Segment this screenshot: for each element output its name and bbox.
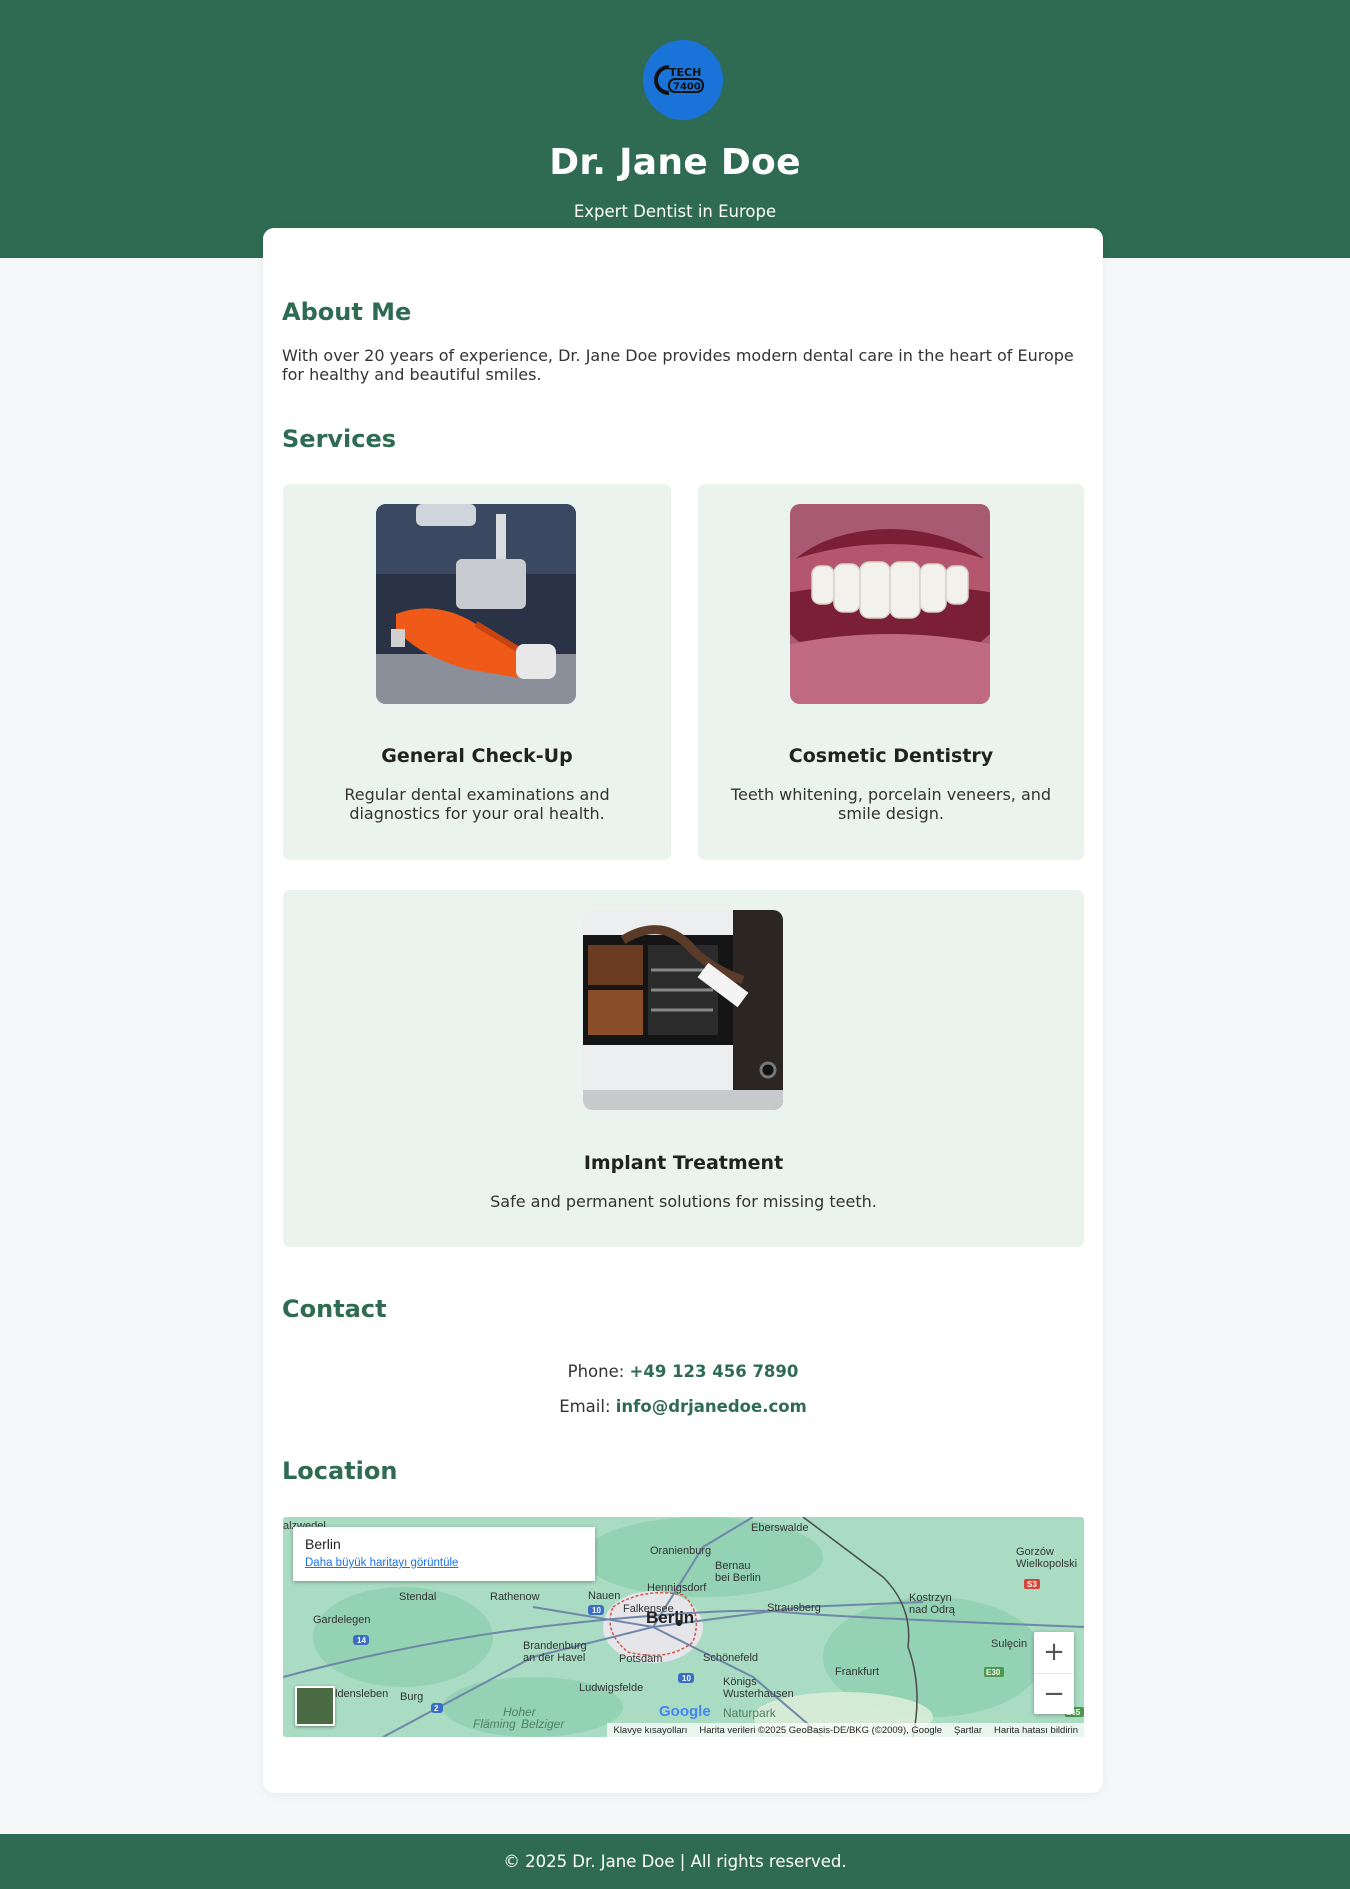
map-label: Brandenburg [523,1640,587,1652]
road-sign: 2 [434,1704,439,1713]
map-label: nad Odrą [909,1604,956,1616]
map-label: Bernau [715,1560,750,1572]
map-label: Oranienburg [650,1545,711,1557]
map-label: Gorzów [1016,1546,1054,1558]
about-text: With over 20 years of experience, Dr. Ja… [282,346,1074,384]
google-logo: Google [659,1703,711,1720]
tech7400-logo: TECH 7400 [643,40,723,120]
phone-link[interactable]: +49 123 456 7890 [630,1362,799,1381]
service-card-cosmetic: Cosmetic Dentistry Teeth whitening, porc… [698,484,1084,860]
map-label: Falkensee [623,1603,674,1615]
email-line: Email: info@drjanedoe.com [263,1397,1103,1416]
map-label: Wielkopolski [1016,1558,1077,1570]
main-card: About Me With over 20 years of experienc… [263,228,1103,1793]
footer-copyright: © 2025 Dr. Jane Doe | All rights reserve… [503,1852,847,1871]
map-label: Potsdam [619,1653,662,1665]
about-title: About Me [282,298,412,326]
xray-review-image [583,910,783,1110]
map-label: bei Berlin [715,1572,761,1584]
map-label: Rathenow [490,1591,540,1603]
map-label: Eberswalde [751,1522,808,1534]
map-label: Wusterhausen [723,1688,794,1700]
road-sign: 14 [357,1636,366,1645]
google-map[interactable]: Berlin Oranienburg Eberswalde Bernau bei… [283,1517,1084,1737]
map-label: Nauen [588,1590,620,1602]
logo-text-top: TECH [669,66,701,79]
terms-link[interactable]: Şartlar [954,1725,982,1736]
road-sign: E30 [986,1668,1001,1677]
service-title: Cosmetic Dentistry [788,745,994,767]
email-label: Email: [559,1397,611,1416]
map-label: Burg [400,1691,423,1703]
map-label: Gardelegen [313,1614,371,1626]
service-description: Safe and permanent solutions for missing… [490,1192,877,1211]
map-label: Strausberg [767,1602,821,1614]
contact-title: Contact [282,1295,387,1323]
map-label: Stendal [399,1591,436,1603]
phone-line: Phone: +49 123 456 7890 [263,1362,1103,1381]
logo-mark: TECH 7400 [654,65,704,95]
zoom-in-button[interactable]: + [1034,1632,1074,1672]
map-type-toggle[interactable] [295,1686,335,1726]
map-label: an der Havel [523,1652,585,1664]
site-footer: © 2025 Dr. Jane Doe | All rights reserve… [0,1834,1350,1889]
road-sign: 10 [592,1606,601,1615]
tagline: Expert Dentist in Europe [573,202,777,221]
service-description: Teeth whitening, porcelain veneers, and … [730,785,1052,823]
logo-text-bottom: 7400 [673,82,701,93]
service-card-checkup: General Check-Up Regular dental examinat… [283,484,671,860]
map-data-credit: Harita verileri ©2025 GeoBasis-DE/BKG (©… [699,1724,943,1736]
map-label: Königs [723,1676,757,1688]
map-zoom-controls: + − [1034,1632,1074,1714]
map-label: Frankfurt [835,1666,879,1678]
map-label: Sulęcin [991,1638,1027,1650]
map-label: ldensleben [335,1688,388,1700]
service-title: Implant Treatment [583,1152,784,1174]
location-title: Location [282,1457,398,1485]
service-card-implant: Implant Treatment Safe and permanent sol… [283,890,1084,1247]
map-attribution: Klavye kısayolları Harita verileri ©2025… [607,1723,1084,1737]
email-link[interactable]: info@drjanedoe.com [616,1397,807,1416]
map-label: Schönefeld [703,1652,758,1664]
dental-chair-image [376,504,576,704]
road-sign: 10 [682,1674,691,1683]
google-logo-text: Google [659,1703,711,1720]
keyboard-shortcuts-link[interactable]: Klavye kısayolları [613,1725,687,1736]
phone-label: Phone: [567,1362,625,1381]
services-title: Services [282,425,397,453]
service-title: General Check-Up [381,745,573,767]
report-map-error-link[interactable]: Harita hatası bildirin [994,1725,1078,1736]
map-place-name: Berlin [305,1536,341,1552]
map-label: Naturpark [723,1706,777,1720]
smile-image [790,504,990,704]
road-sign: S3 [1027,1580,1037,1589]
doctor-name: Dr. Jane Doe [549,142,801,183]
map-info-box: Berlin Daha büyük haritayı görüntüle [293,1527,595,1581]
zoom-out-button[interactable]: − [1034,1673,1074,1713]
view-larger-map-link[interactable]: Daha büyük haritayı görüntüle [305,1557,458,1569]
map-label: Belziger [521,1717,565,1731]
site-header: TECH 7400 Dr. Jane Doe Expert Dentist in… [0,0,1350,258]
map-label: Ludwigsfelde [579,1682,643,1694]
map-label: Kostrzyn [909,1592,952,1604]
service-description: Regular dental examinations and diagnost… [344,785,610,823]
map-label: Hennigsdorf [647,1582,707,1594]
map-label: Fläming [473,1717,516,1731]
